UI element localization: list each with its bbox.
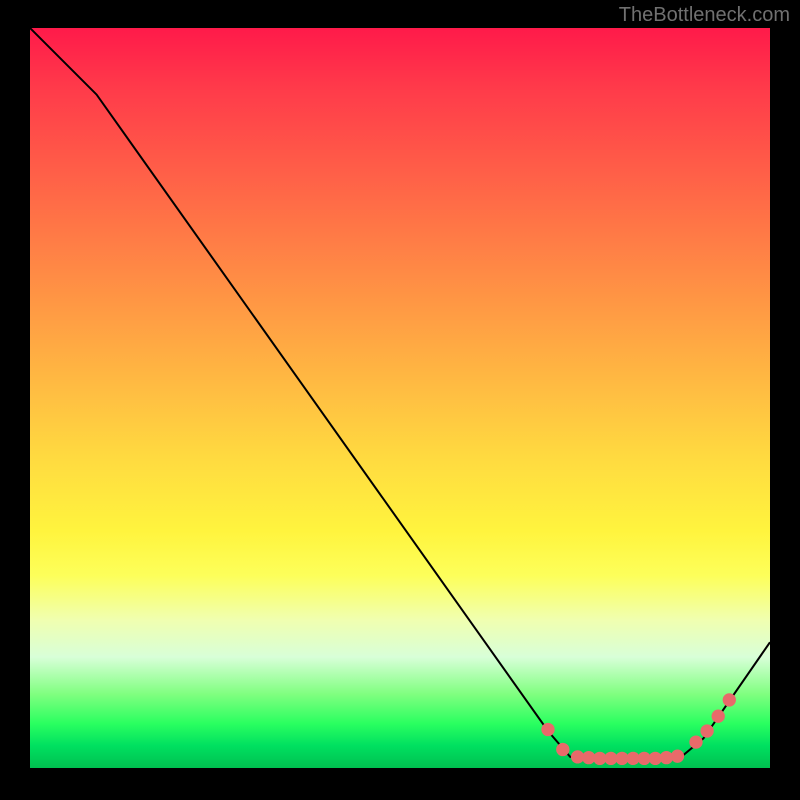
data-point-markers	[541, 693, 736, 765]
data-point-marker	[712, 710, 725, 723]
chart-plot-area	[30, 28, 770, 768]
chart-svg	[30, 28, 770, 768]
data-point-marker	[671, 750, 684, 763]
data-point-marker	[556, 743, 569, 756]
bottleneck-curve-line	[30, 28, 770, 757]
data-point-marker	[700, 724, 713, 737]
attribution-text: TheBottleneck.com	[619, 4, 790, 27]
data-point-marker	[689, 735, 702, 748]
data-point-marker	[541, 723, 554, 736]
data-point-marker	[723, 693, 736, 706]
